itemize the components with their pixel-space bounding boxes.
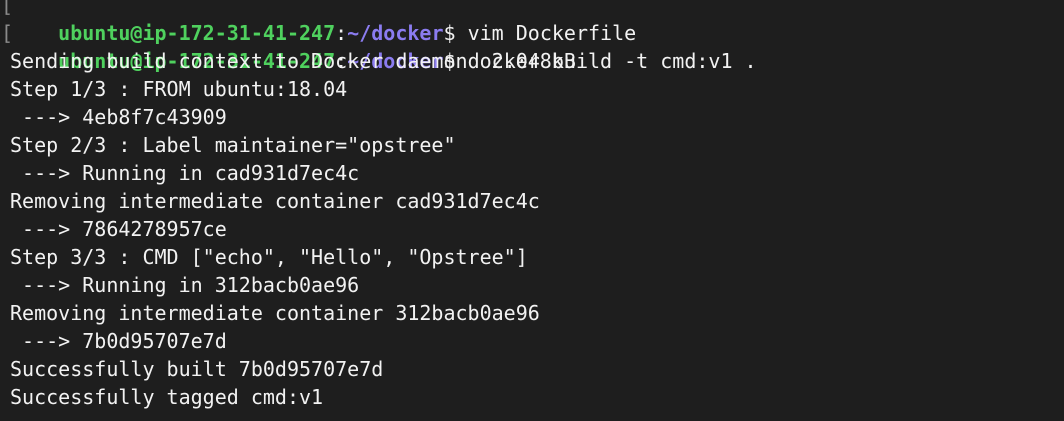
output-line: Step 2/3 : Label maintainer="opstree" — [10, 133, 456, 157]
output-line: Step 3/3 : CMD ["echo", "Hello", "Opstre… — [10, 245, 528, 269]
output-line: Successfully built 7b0d95707e7d — [10, 357, 384, 381]
prompt-line: [ubuntu@ip-172-31-41-247:~/docker$ docke… — [0, 19, 1064, 73]
output-line: Removing intermediate container 312bacb0… — [10, 301, 540, 325]
output-line: ---> 7b0d95707e7d — [10, 329, 227, 353]
output-line: Sending build context to Docker daemon 2… — [10, 49, 576, 73]
output-line: ---> Running in 312bacb0ae96 — [10, 273, 360, 297]
prompt-bracket: [ — [1, 0, 14, 17]
terminal-window[interactable]: [ubuntu@ip-172-31-41-247:~/docker$ vim D… — [0, 0, 1064, 421]
output-line: ---> 7864278957ce — [10, 217, 227, 241]
prompt-bracket: [ — [1, 21, 14, 45]
output-line: Removing intermediate container cad931d7… — [10, 189, 540, 213]
output-line: ---> Running in cad931d7ec4c — [10, 161, 360, 185]
output-line: Successfully tagged cmd:v1 — [10, 385, 324, 409]
output-line: Step 1/3 : FROM ubuntu:18.04 — [10, 77, 348, 101]
prompt-line: [ubuntu@ip-172-31-41-247:~/docker$ vim D… — [0, 0, 1064, 45]
output-line: ---> 4eb8f7c43909 — [10, 105, 227, 129]
